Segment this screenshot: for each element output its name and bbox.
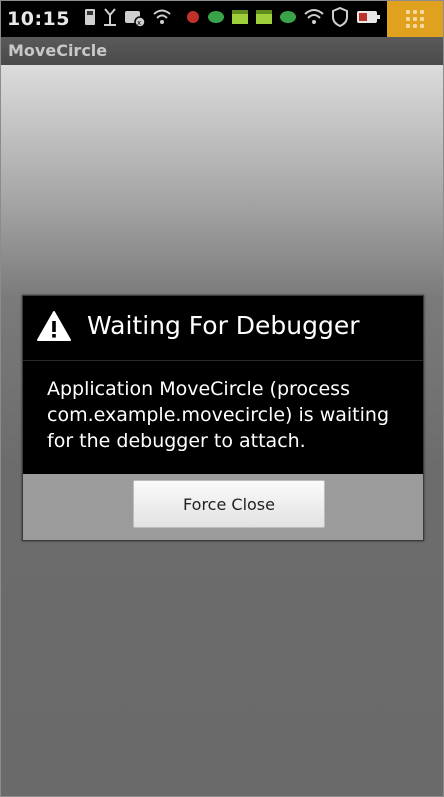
sd-card-icon [84,8,96,30]
status-bar: 10:15 x [1,1,443,37]
app-title: MoveCircle [8,41,108,60]
calendar-icon [255,8,273,30]
status-time: 10:15 [7,8,70,30]
usb-debug-icon [102,7,118,31]
status-icons-left: x [78,7,172,31]
grid-icon [406,10,424,28]
dialog-message: Application MoveCircle (process com.exam… [47,378,389,452]
battery-icon [355,7,381,31]
warning-icon [36,310,72,342]
dialog-button-bar: Force Close [23,474,423,540]
notification-dot-icon [185,9,201,29]
chat-icon [207,9,225,29]
waiting-for-debugger-dialog: Waiting For Debugger Application MoveCir… [22,295,424,541]
missed-call-icon: x [124,7,146,31]
wifi-signal-icon [303,7,325,31]
menu-grid-button[interactable] [387,1,443,37]
svg-text:x: x [137,19,141,27]
status-icons-right [179,1,443,37]
shield-icon [331,6,349,31]
wifi-icon [152,8,172,30]
phone-screen: 10:15 x MoveCircle Waiting For Debugger … [0,0,444,797]
force-close-button[interactable]: Force Close [133,480,325,528]
chat-icon [279,9,297,29]
app-title-bar: MoveCircle [1,37,443,65]
dialog-header: Waiting For Debugger [23,296,423,361]
dialog-title: Waiting For Debugger [87,311,360,340]
calendar-icon [231,8,249,30]
